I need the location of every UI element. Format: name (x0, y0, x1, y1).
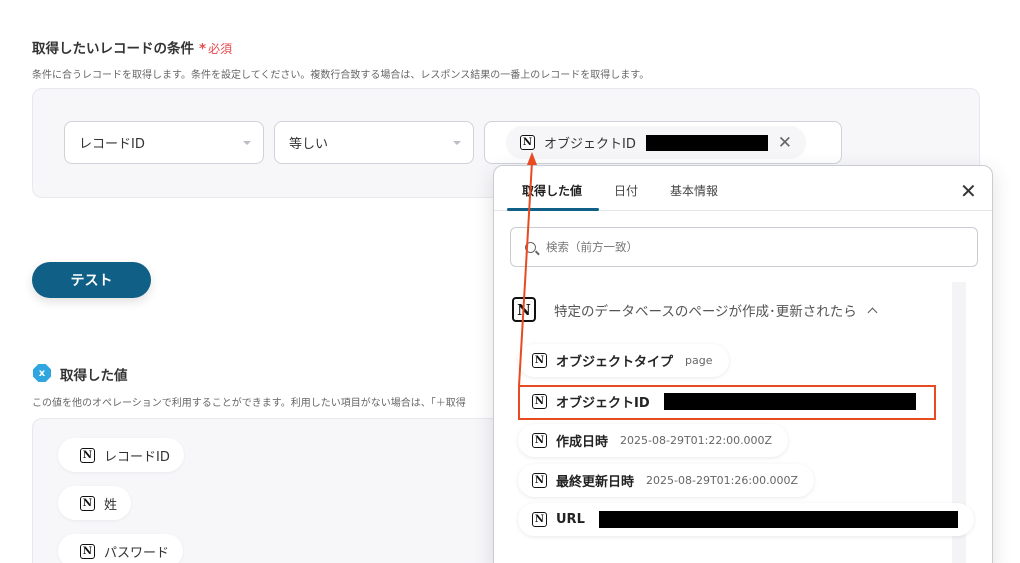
tab-acquired-values[interactable]: 取得した値 (522, 182, 582, 199)
remove-chip-icon[interactable]: ✕ (778, 133, 792, 153)
notion-icon: N (80, 447, 95, 463)
redacted-value (598, 511, 958, 528)
item-value: page (685, 354, 713, 367)
acquired-values-icon: x (33, 364, 51, 382)
search-input[interactable]: 検索（前方一致） (510, 227, 978, 267)
highlight-box (518, 385, 936, 420)
field-select-value: レコードID (79, 137, 145, 152)
acquired-values-title: 取得した値 (60, 368, 128, 384)
notion-icon: N (532, 473, 547, 488)
acquired-chip-label: パスワード (104, 545, 170, 561)
value-picker-popup: 取得した値 日付 基本情報 ✕ 検索（前方一致） N 特定のデータベースのページ… (493, 165, 993, 563)
list-item[interactable]: N 作成日時 2025-08-29T01:22:00.000Z (518, 424, 789, 457)
item-label: 作成日時 (556, 435, 609, 450)
tab-date[interactable]: 日付 (614, 182, 638, 199)
operator-select-value: 等しい (289, 137, 329, 152)
acquired-chip-label: 姓 (104, 497, 118, 513)
test-button[interactable]: テスト (32, 262, 151, 298)
search-placeholder: 検索（前方一致） (546, 240, 638, 254)
item-value: 2025-08-29T01:26:00.000Z (646, 474, 799, 487)
active-tab-indicator (507, 208, 599, 211)
chevron-up-icon (867, 307, 878, 317)
required-star: * (199, 41, 207, 57)
required-label: 必須 (208, 42, 233, 56)
notion-icon: N (532, 512, 547, 527)
item-label: オブジェクトタイプ (556, 355, 674, 370)
acquired-values-description: この値を他のオペレーションで利用することができます。利用したい項目がない場合は、… (32, 398, 466, 409)
notion-icon: N (80, 543, 95, 559)
list-item[interactable]: N 最終更新日時 2025-08-29T01:26:00.000Z (518, 464, 815, 497)
tab-basic-info[interactable]: 基本情報 (670, 182, 718, 199)
notion-icon: N (520, 135, 535, 150)
acquired-chip-label: レコードID (104, 449, 170, 465)
list-item[interactable]: N URL (518, 503, 974, 536)
group-header[interactable]: N 特定のデータベースのページが作成･更新されたら (512, 297, 878, 322)
acquired-chip[interactable]: N レコードID (58, 438, 184, 472)
acquired-chip[interactable]: N 姓 (58, 486, 132, 520)
redacted-value (645, 134, 768, 151)
list-item[interactable]: N オブジェクトタイプ page (518, 344, 729, 377)
field-select[interactable]: レコードID (64, 121, 264, 164)
item-value: 2025-08-29T01:22:00.000Z (620, 434, 773, 447)
close-icon[interactable]: ✕ (960, 179, 977, 203)
group-title: 特定のデータベースのページが作成･更新されたら (554, 303, 857, 320)
operator-select-caret-icon (453, 141, 461, 145)
conditions-title-text: 取得したいレコードの条件 (32, 41, 194, 57)
value-chip-label: オブジェクトID (544, 137, 636, 152)
notion-icon: N (80, 495, 95, 511)
notion-icon: N (532, 433, 547, 448)
conditions-title: 取得したいレコードの条件 * 必須 (32, 37, 232, 57)
picker-tabs: 取得した値 日付 基本情報 ✕ (494, 166, 992, 211)
operator-select[interactable]: 等しい (274, 121, 474, 164)
search-icon (525, 241, 536, 253)
acquired-chip[interactable]: N パスワード (58, 534, 184, 563)
notion-icon: N (532, 353, 547, 368)
notion-icon: N (512, 297, 536, 322)
value-chip[interactable]: N オブジェクトID ✕ (506, 126, 806, 159)
field-select-caret-icon (243, 141, 251, 145)
item-label: 最終更新日時 (556, 475, 635, 490)
conditions-description: 条件に合うレコードを取得します。条件を設定してください。複数行合致する場合は、レ… (32, 70, 650, 81)
item-label: URL (556, 512, 585, 527)
